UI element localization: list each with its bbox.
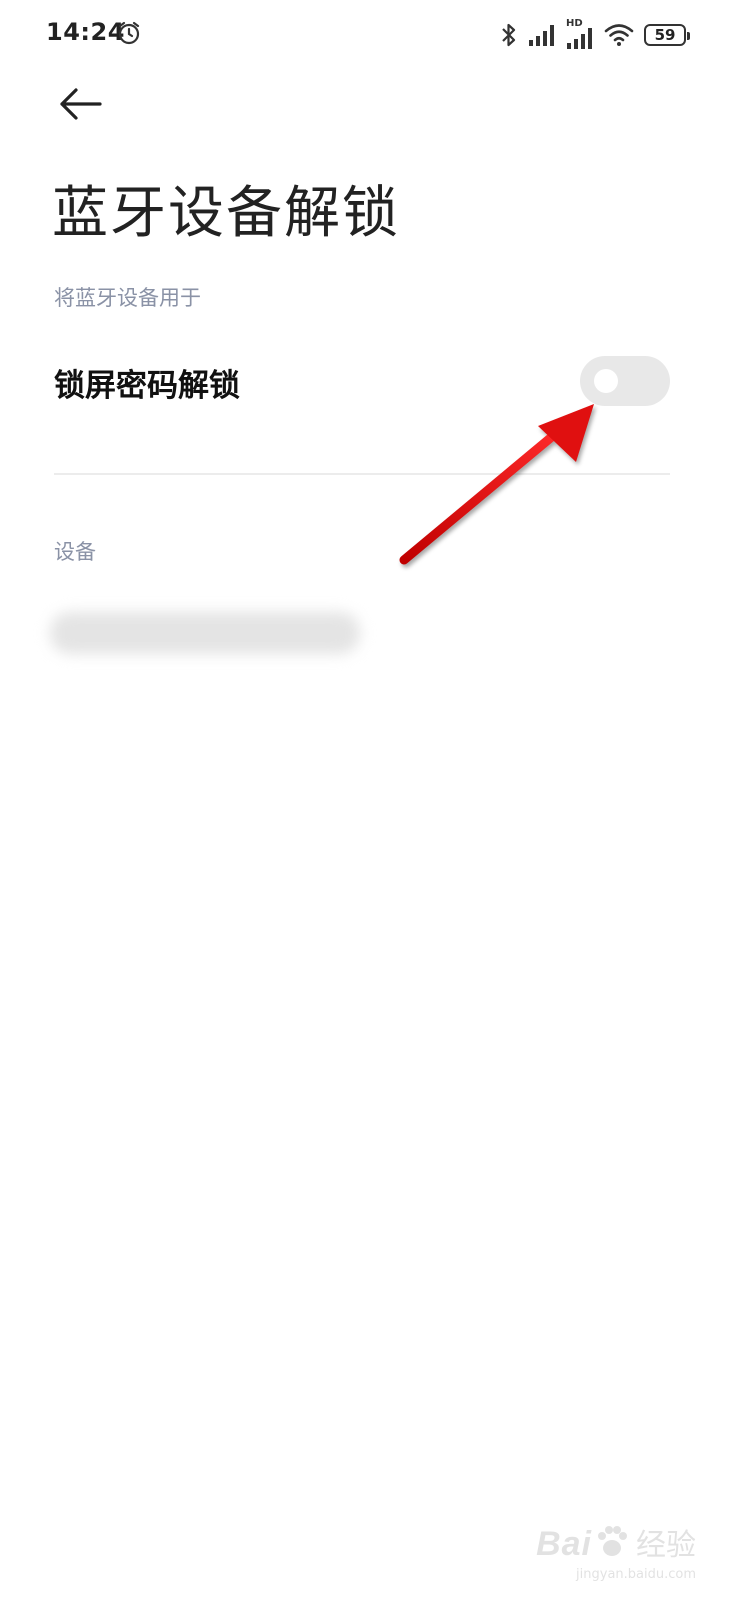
page-title: 蓝牙设备解锁 [52,181,400,246]
paw-icon [598,1526,627,1556]
watermark-brand: 经验 [636,1528,696,1563]
bluetooth-icon [502,23,516,47]
signal-icon [529,25,554,46]
toggle-knob [594,369,618,393]
status-time: 14:24 [46,18,125,46]
device-item-blurred[interactable] [50,612,360,654]
watermark-logo: Bai [536,1525,592,1563]
wifi-icon [604,24,634,46]
lock-screen-unlock-label: 锁屏密码解锁 [54,368,240,404]
arrow-left-icon [60,88,102,120]
battery-icon: 59 [644,24,690,46]
annotation-arrow-icon [399,404,594,565]
alarm-icon [118,21,140,45]
status-bar: 14:24 HD 59 [0,0,738,70]
back-button[interactable] [50,80,106,130]
watermark: Bai 经验 jingyan.baidu.com [536,1520,696,1582]
battery-level: 59 [654,26,676,44]
section-header-devices: 设备 [54,540,96,564]
section-header-use: 将蓝牙设备用于 [54,286,201,310]
status-icons: HD 59 [500,18,690,52]
signal-hd-icon: HD [566,18,594,50]
watermark-url: jingyan.baidu.com [576,1567,696,1582]
